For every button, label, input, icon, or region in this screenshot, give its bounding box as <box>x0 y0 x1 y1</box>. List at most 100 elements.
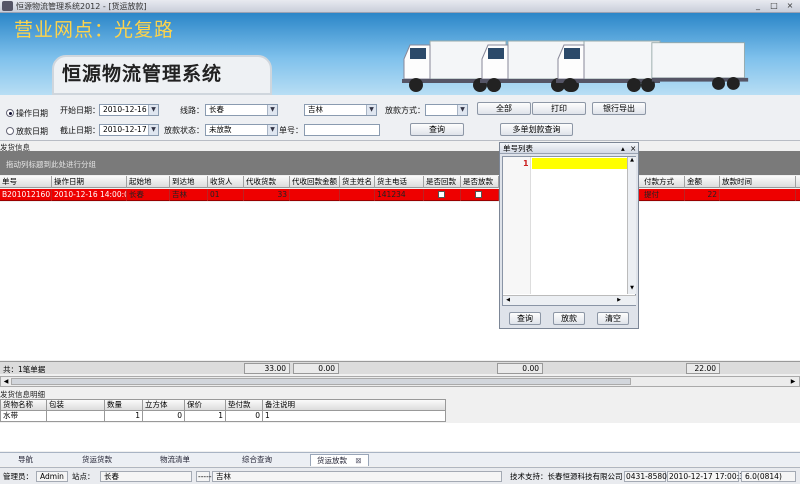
support-text: 技术支持：长春恒源科技有限公司 <box>510 472 623 481</box>
version: 6.0(0814) <box>741 471 796 482</box>
minimize-button[interactable]: _ <box>752 1 764 11</box>
scroll-up-icon[interactable]: ▲ <box>628 157 636 165</box>
col-cod-return[interactable]: 代收回款金额 <box>290 176 340 188</box>
table-row[interactable]: B201012160 2010-12-16 14:00:05 长春 吉林 01 … <box>0 189 800 201</box>
grid-header: 单号 操作日期 起始地 到达地 收货人 代收货款 代收回款金额 货主姓名 货主电… <box>0 176 800 188</box>
col-owner-name[interactable]: 货主姓名 <box>340 176 375 188</box>
grid-body <box>0 202 800 360</box>
tab-freight-release[interactable]: 货运放款 ⊠ <box>310 454 369 466</box>
app-icon <box>2 1 13 11</box>
tab-general-query[interactable]: 综合查询 <box>242 454 272 466</box>
group-by-bar[interactable]: 拖动列标题到此处进行分组 <box>0 151 800 175</box>
summary-row: 共：1笔单据 33.00 0.00 0.00 22.00 <box>0 361 800 374</box>
radio-pay-date[interactable] <box>6 127 14 135</box>
banner: 营业网点：光复路 恒源物流管理系统 <box>0 13 800 95</box>
detail-cell-volume: 0 <box>143 411 185 421</box>
horizontal-scrollbar[interactable]: ◀ ▶ <box>503 295 636 305</box>
order-no-label: 单号： <box>279 126 303 135</box>
col-owner-phone[interactable]: 货主电话 <box>375 176 424 188</box>
col-consignee[interactable]: 收货人 <box>208 176 244 188</box>
line-number-gutter <box>503 157 531 294</box>
pay-status-label: 放款状态： <box>164 126 204 135</box>
query-button[interactable]: 查询 <box>410 123 464 136</box>
cell-cod: 33 <box>244 189 290 201</box>
admin-label: 管理员： <box>3 472 33 481</box>
current-line-highlight[interactable] <box>532 158 628 169</box>
cell-origin: 长春 <box>127 189 170 201</box>
bank-export-button[interactable]: 银行导出 <box>592 102 646 115</box>
cell-amount: 22 <box>685 189 720 201</box>
col-cod[interactable]: 代收货款 <box>244 176 290 188</box>
tab-logistics-list[interactable]: 物流清单 <box>160 454 190 466</box>
tab-close-icon[interactable]: ⊠ <box>355 456 361 465</box>
close-icon[interactable]: × <box>630 143 636 154</box>
end-date-picker[interactable]: 2010-12-17 ▼ <box>99 124 159 136</box>
end-date-label: 截止日期： <box>60 126 100 135</box>
detail-col-volume[interactable]: 立方体 <box>143 400 185 410</box>
support-phone: 0431-858065 <box>624 471 677 482</box>
multi-order-query-button[interactable]: 多单划款查询 <box>500 123 573 136</box>
order-list-editor[interactable]: 1 ▲ ▼ ◀ ▶ <box>502 156 636 306</box>
chevron-down-icon: ▼ <box>457 105 467 115</box>
cell-op-date: 2010-12-16 14:00:05 <box>54 189 127 201</box>
radio-pay-date-label: 放款日期 <box>16 127 48 136</box>
popup-title-bar[interactable]: 单号列表 ▴ × <box>500 143 638 154</box>
chevron-down-icon: ▼ <box>366 105 376 115</box>
popup-query-button[interactable]: 查询 <box>509 312 541 325</box>
route-from-select[interactable]: 长春 ▼ <box>205 104 278 116</box>
pay-status-select[interactable]: 未放款 ▼ <box>205 124 278 136</box>
all-button[interactable]: 全部 <box>477 102 531 115</box>
scroll-thumb[interactable] <box>11 378 631 385</box>
detail-row[interactable]: 水带 1 0 1 0 1 <box>0 411 446 422</box>
detail-col-package[interactable]: 包装 <box>47 400 105 410</box>
tab-freight-payment[interactable]: 货运货款 <box>82 454 112 466</box>
admin-value: Admin <box>36 471 68 482</box>
cell-pay-method: 提付 <box>642 189 685 201</box>
filter-panel: 操作日期 放款日期 开始日期： 2010-12-16 ▼ 截止日期： 2010-1… <box>0 95 800 141</box>
detail-col-qty[interactable]: 数量 <box>105 400 143 410</box>
summary-cod-return: 0.00 <box>293 363 339 374</box>
vertical-scrollbar[interactable]: ▲ ▼ <box>627 157 636 294</box>
scroll-down-icon[interactable]: ▼ <box>628 285 636 293</box>
col-pay-method[interactable]: 付款方式 <box>642 176 685 188</box>
detail-col-advance[interactable]: 垫付款 <box>226 400 263 410</box>
col-returned[interactable]: 是否回款 <box>424 176 461 188</box>
radio-op-date[interactable] <box>6 109 14 117</box>
paid-checkbox[interactable] <box>475 191 482 198</box>
truck-icon <box>651 42 749 90</box>
col-dest[interactable]: 到达地 <box>170 176 208 188</box>
detail-cell-advance: 0 <box>226 411 263 421</box>
tab-bar: 导航 货运货款 物流清单 综合查询 货运放款 ⊠ <box>0 452 800 466</box>
popup-clear-button[interactable]: 清空 <box>597 312 629 325</box>
detail-cell-remark: 1 <box>265 411 270 420</box>
detail-col-remark[interactable]: 备注说明 <box>263 400 445 410</box>
col-origin[interactable]: 起始地 <box>127 176 170 188</box>
chevron-down-icon: ▼ <box>148 125 158 135</box>
col-op-date[interactable]: 操作日期 <box>52 176 127 188</box>
col-order-no[interactable]: 单号 <box>0 176 52 188</box>
cell-order-no: B201012160 <box>2 189 52 201</box>
detail-col-name[interactable]: 货物名称 <box>1 400 47 410</box>
pin-icon[interactable]: ▴ <box>621 143 625 154</box>
route-to-select[interactable]: 吉林 ▼ <box>304 104 377 116</box>
horizontal-scrollbar[interactable]: ◀ ▶ <box>0 376 800 387</box>
close-button[interactable]: × <box>784 1 796 11</box>
start-date-picker[interactable]: 2010-12-16 ▼ <box>99 104 159 116</box>
print-button[interactable]: 打印 <box>532 102 586 115</box>
maximize-button[interactable]: □ <box>768 1 780 11</box>
col-paid[interactable]: 是否放款 <box>461 176 499 188</box>
order-no-input[interactable] <box>304 124 380 136</box>
summary-mid: 0.00 <box>497 363 543 374</box>
returned-checkbox[interactable] <box>438 191 445 198</box>
pay-method-select[interactable]: ▼ <box>425 104 468 116</box>
detail-col-insured[interactable]: 保价 <box>185 400 226 410</box>
scroll-right-icon[interactable]: ▶ <box>789 378 797 385</box>
col-amount[interactable]: 金额 <box>685 176 720 188</box>
col-pay-time[interactable]: 放款时间 <box>720 176 796 188</box>
detail-header: 货物名称 包装 数量 立方体 保价 垫付款 备注说明 <box>0 399 446 411</box>
scroll-right-icon[interactable]: ▶ <box>615 296 623 305</box>
scroll-left-icon[interactable]: ◀ <box>504 296 512 305</box>
tab-navigation[interactable]: 导航 <box>18 454 33 466</box>
scroll-left-icon[interactable]: ◀ <box>2 378 10 385</box>
popup-pay-button[interactable]: 放款 <box>553 312 585 325</box>
